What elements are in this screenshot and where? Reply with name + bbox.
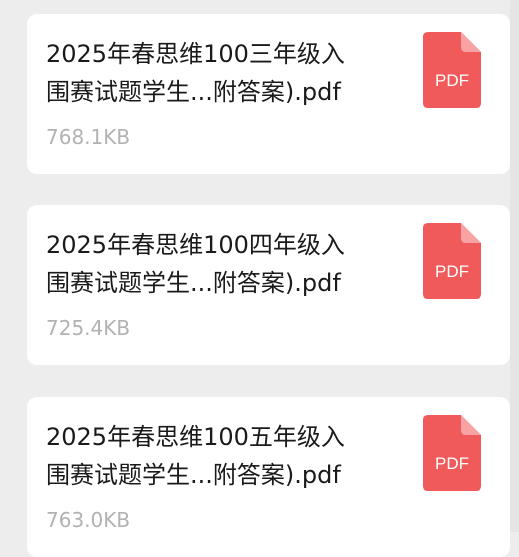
- file-name-line-1: 2025年春思维100三年级入: [46, 40, 345, 68]
- file-name-line-2: 围赛试题学生...附答案).pdf: [46, 269, 341, 297]
- pdf-file-label: PDF: [435, 454, 469, 473]
- file-card[interactable]: 2025年春思维100三年级入 围赛试题学生...附答案).pdf 768.1K…: [27, 14, 510, 174]
- file-name: 2025年春思维100五年级入 围赛试题学生...附答案).pdf: [46, 418, 396, 494]
- pdf-file-label: PDF: [435, 71, 469, 90]
- pdf-file-label: PDF: [435, 262, 469, 281]
- pdf-file-icon: PDF: [423, 32, 481, 108]
- file-name-line-2: 围赛试题学生...附答案).pdf: [46, 461, 341, 489]
- pdf-file-fold: [461, 223, 481, 243]
- pdf-file-fold: [461, 415, 481, 435]
- file-size: 768.1KB: [46, 125, 131, 149]
- file-name: 2025年春思维100三年级入 围赛试题学生...附答案).pdf: [46, 35, 396, 111]
- file-name-line-1: 2025年春思维100五年级入: [46, 423, 345, 451]
- file-size: 763.0KB: [46, 508, 131, 532]
- pdf-file-icon: PDF: [423, 415, 481, 491]
- file-size: 725.4KB: [46, 316, 131, 340]
- right-edge-strip: [510, 0, 519, 532]
- file-card[interactable]: 2025年春思维100五年级入 围赛试题学生...附答案).pdf 763.0K…: [27, 397, 510, 557]
- pdf-file-fold: [461, 32, 481, 52]
- file-name: 2025年春思维100四年级入 围赛试题学生...附答案).pdf: [46, 226, 396, 302]
- file-name-line-1: 2025年春思维100四年级入: [46, 231, 345, 259]
- file-card[interactable]: 2025年春思维100四年级入 围赛试题学生...附答案).pdf 725.4K…: [27, 205, 510, 365]
- file-name-line-2: 围赛试题学生...附答案).pdf: [46, 78, 341, 106]
- pdf-file-icon: PDF: [423, 223, 481, 299]
